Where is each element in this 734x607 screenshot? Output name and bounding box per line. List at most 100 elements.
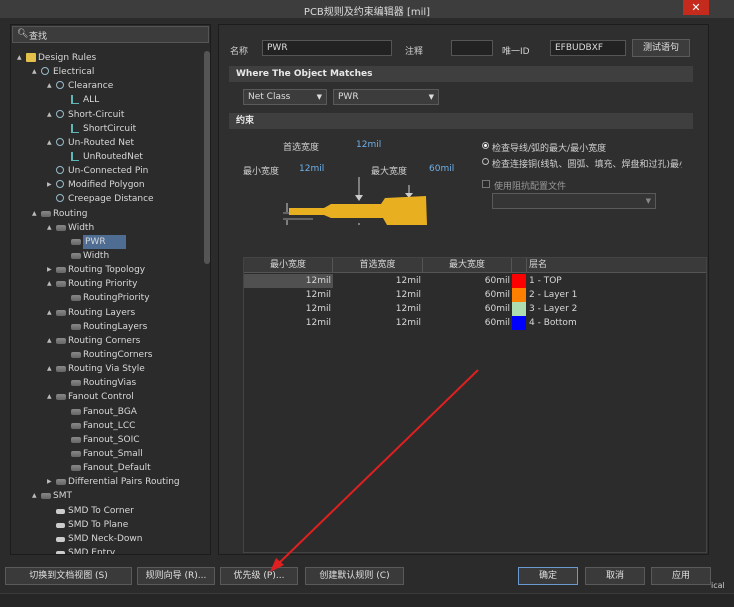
- tree-item[interactable]: ▶ Differential Pairs Routing: [11, 475, 204, 489]
- tree-item[interactable]: Width: [11, 249, 204, 263]
- width-cell[interactable]: 12mil: [244, 302, 333, 316]
- check-copper-width-radio[interactable]: [482, 158, 489, 165]
- tree-item[interactable]: PWR: [11, 234, 204, 249]
- chevron-down-icon[interactable]: ▲: [47, 362, 52, 376]
- chevron-down-icon[interactable]: ▲: [47, 277, 52, 291]
- ok-button[interactable]: 确定: [518, 567, 578, 585]
- tree-item[interactable]: ▲ SMT: [11, 489, 204, 503]
- priority-button[interactable]: 优先级 (P)...: [220, 567, 298, 585]
- header-max-width[interactable]: 最大宽度: [423, 258, 512, 273]
- width-cell[interactable]: 12mil: [244, 316, 333, 330]
- tree-item[interactable]: ▲ Routing Priority: [11, 277, 204, 291]
- chevron-down-icon[interactable]: ▲: [32, 65, 37, 79]
- table-row[interactable]: 12mil 12mil 60mil 1 - TOP: [244, 274, 706, 288]
- width-cell[interactable]: 12mil: [333, 288, 423, 302]
- impedance-profile-checkbox[interactable]: [482, 180, 490, 188]
- tree-item[interactable]: Fanout_BGA: [11, 405, 204, 419]
- width-cell[interactable]: 60mil: [423, 274, 512, 288]
- tree-item[interactable]: ▲ Routing: [11, 207, 204, 221]
- create-default-rules-button[interactable]: 创建默认规则 (C): [305, 567, 404, 585]
- tree-item[interactable]: ▲ Width: [11, 221, 204, 235]
- chevron-down-icon[interactable]: ▲: [47, 221, 52, 235]
- header-preferred-width[interactable]: 首选宽度: [333, 258, 423, 273]
- width-cell[interactable]: 60mil: [423, 316, 512, 330]
- chevron-down-icon[interactable]: ▲: [47, 306, 52, 320]
- tree-item[interactable]: ▲ Routing Layers: [11, 306, 204, 320]
- apply-button[interactable]: 应用: [651, 567, 711, 585]
- impedance-profile-select[interactable]: ▼: [492, 193, 656, 209]
- tree-item[interactable]: UnRoutedNet: [11, 150, 204, 164]
- tree-item[interactable]: ▲ Electrical: [11, 65, 204, 79]
- match-class-select[interactable]: PWR ▼: [333, 89, 439, 105]
- chevron-down-icon[interactable]: ▲: [47, 390, 52, 404]
- header-layer-name[interactable]: 层名: [527, 258, 706, 273]
- rule-icon: [56, 166, 64, 175]
- chevron-right-icon[interactable]: ▶: [47, 475, 52, 489]
- chevron-down-icon[interactable]: ▲: [47, 334, 52, 348]
- cancel-button[interactable]: 取消: [585, 567, 645, 585]
- tree-item[interactable]: Fanout_SOIC: [11, 433, 204, 447]
- chevron-right-icon[interactable]: ▶: [47, 178, 52, 192]
- tree-item[interactable]: Un-Connected Pin: [11, 164, 204, 178]
- switch-document-view-button[interactable]: 切换到文档视图 (S): [5, 567, 132, 585]
- search-input[interactable]: 🔍︎ 查找: [12, 26, 209, 43]
- tree-item[interactable]: ▲ Un-Routed Net: [11, 136, 204, 150]
- test-query-button[interactable]: 测试语句: [632, 39, 690, 57]
- width-cell[interactable]: 12mil: [333, 302, 423, 316]
- tree-item[interactable]: ▲ Routing Corners: [11, 334, 204, 348]
- tree-item[interactable]: ▶ Routing Topology: [11, 263, 204, 277]
- width-cell[interactable]: 12mil: [244, 274, 333, 288]
- tree-item[interactable]: RoutingVias: [11, 376, 204, 390]
- chevron-down-icon[interactable]: ▲: [32, 207, 37, 221]
- header-min-width[interactable]: 最小宽度: [244, 258, 333, 273]
- tree-item[interactable]: RoutingCorners: [11, 348, 204, 362]
- tree-item[interactable]: SMD Neck-Down: [11, 532, 204, 546]
- tree-item[interactable]: SMD To Corner: [11, 504, 204, 518]
- tree-item[interactable]: SMD To Plane: [11, 518, 204, 532]
- tree-item-label: RoutingLayers: [83, 321, 148, 332]
- table-row[interactable]: 12mil 12mil 60mil 2 - Layer 1: [244, 288, 706, 302]
- width-cell[interactable]: 60mil: [423, 302, 512, 316]
- tree-item[interactable]: ALL: [11, 93, 204, 107]
- tree-item[interactable]: RoutingLayers: [11, 320, 204, 334]
- chevron-down-icon[interactable]: ▲: [17, 51, 22, 65]
- close-icon[interactable]: ✕: [691, 1, 700, 14]
- check-copper-width-label: 检查连接铜(线轨、圆弧、填充、焊盘和过孔)最小: [492, 160, 682, 170]
- tree-item[interactable]: ▲ Clearance: [11, 79, 204, 93]
- table-row[interactable]: 12mil 12mil 60mil 3 - Layer 2: [244, 302, 706, 316]
- chevron-right-icon[interactable]: ▶: [47, 263, 52, 277]
- tree-item[interactable]: Creepage Distance: [11, 192, 204, 206]
- tree-item[interactable]: ▲ Fanout Control: [11, 390, 204, 404]
- tree-item[interactable]: Fanout_Default: [11, 461, 204, 475]
- width-cell[interactable]: 12mil: [333, 316, 423, 330]
- chevron-down-icon[interactable]: ▲: [47, 108, 52, 122]
- tree-item[interactable]: Fanout_Small: [11, 447, 204, 461]
- chevron-down-icon[interactable]: ▲: [47, 79, 52, 93]
- layer-width-table: 最小宽度 首选宽度 最大宽度 层名 12mil 12mil 60mil 1 - TOP…: [243, 257, 707, 553]
- rule-wizard-button[interactable]: 规则向导 (R)...: [137, 567, 215, 585]
- check-trace-width-radio[interactable]: [482, 142, 489, 149]
- width-cell[interactable]: 12mil: [244, 288, 333, 302]
- width-cell[interactable]: 12mil: [333, 274, 423, 288]
- match-type-select[interactable]: Net Class ▼: [243, 89, 327, 105]
- tree-item[interactable]: RoutingPriority: [11, 291, 204, 305]
- uid-field[interactable]: EFBUDBXF: [550, 40, 626, 56]
- chevron-down-icon[interactable]: ▲: [32, 489, 37, 503]
- close-button[interactable]: ✕: [683, 0, 709, 15]
- tree-item[interactable]: ShortCircuit: [11, 122, 204, 136]
- tree-scrollbar[interactable]: [204, 51, 210, 264]
- comment-field[interactable]: [451, 40, 493, 56]
- tree-item[interactable]: Fanout_LCC: [11, 419, 204, 433]
- chevron-down-icon[interactable]: ▲: [47, 136, 52, 150]
- tree-item[interactable]: ▲ Short-Circuit: [11, 108, 204, 122]
- name-field[interactable]: PWR: [262, 40, 392, 56]
- table-row[interactable]: 12mil 12mil 60mil 4 - Bottom: [244, 316, 706, 330]
- preferred-width-value[interactable]: 12mil: [356, 140, 381, 150]
- tree-item[interactable]: ▶ Modified Polygon: [11, 178, 204, 192]
- tree-item[interactable]: SMD Entry: [11, 546, 204, 554]
- width-cell[interactable]: 60mil: [423, 288, 512, 302]
- tree-item[interactable]: ▲ Design Rules: [11, 51, 204, 65]
- tree-item[interactable]: ▲ Routing Via Style: [11, 362, 204, 376]
- max-width-value[interactable]: 60mil: [429, 164, 454, 174]
- min-width-value[interactable]: 12mil: [299, 164, 324, 174]
